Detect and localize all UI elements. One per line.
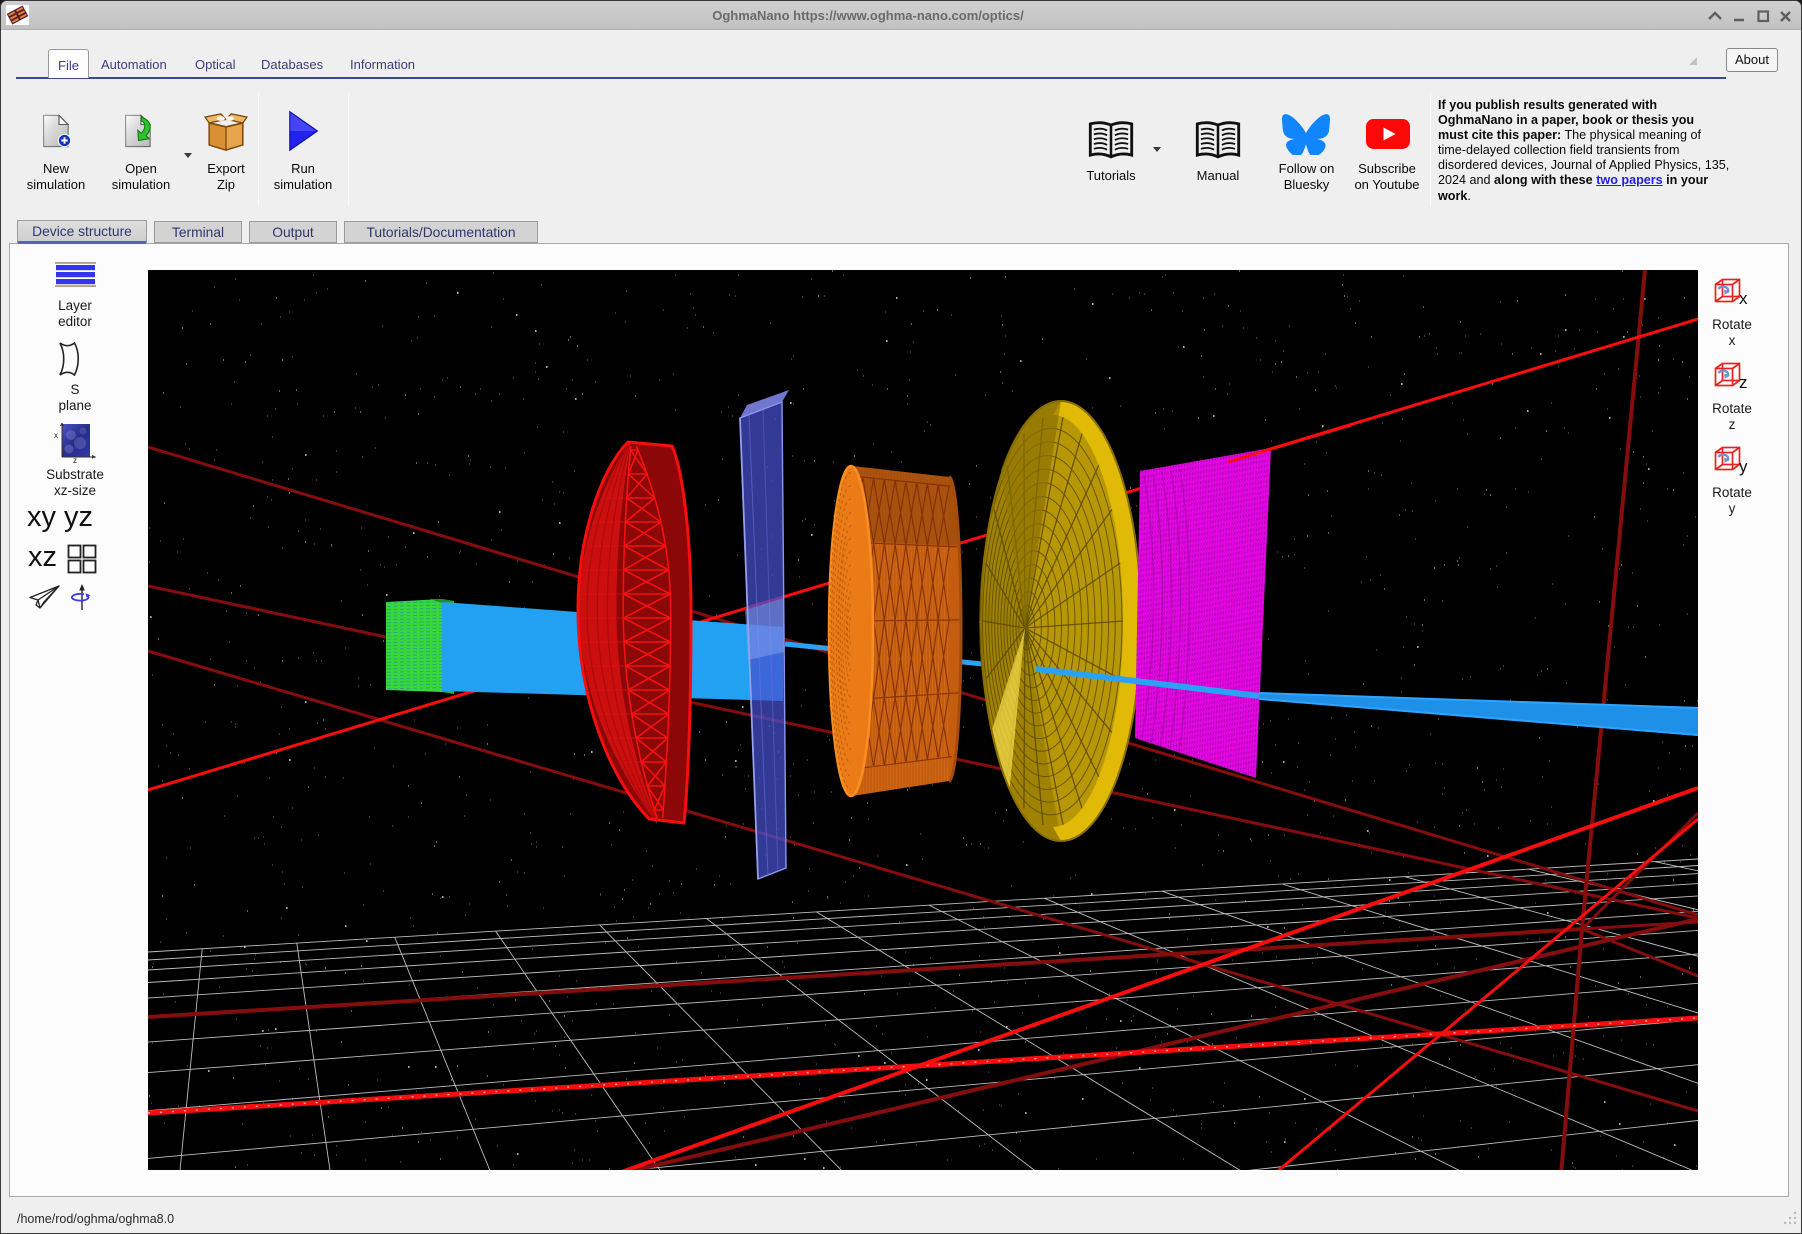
svg-text:x: x [54,431,58,440]
svg-text:z: z [73,456,77,463]
